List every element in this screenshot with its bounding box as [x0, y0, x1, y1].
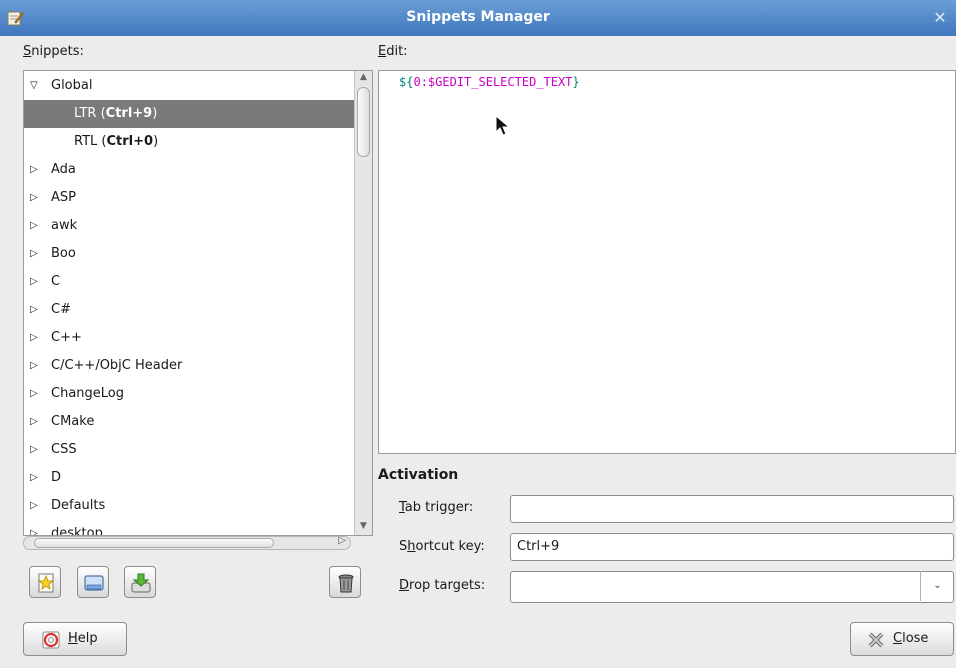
activation-heading: Activation — [378, 467, 459, 483]
collapsed-arrow-icon: ▷ — [30, 500, 38, 511]
tree-row-language[interactable]: ▷ C — [24, 268, 354, 296]
help-icon — [42, 631, 60, 649]
tree-row-language[interactable]: ▷ C# — [24, 296, 354, 324]
tree-row-label: C# — [51, 302, 71, 317]
new-snippet-icon — [37, 573, 55, 593]
tree-row-label: CSS — [51, 442, 77, 457]
tree-row-language[interactable]: ▷ Boo — [24, 240, 354, 268]
tree-row-label: Defaults — [51, 498, 106, 513]
shortcut-key-input[interactable]: Ctrl+9 — [510, 533, 954, 561]
tree-row-language[interactable]: ▷ ChangeLog — [24, 380, 354, 408]
snippets-label: Snippets: — [23, 44, 84, 59]
tree-row-label: ASP — [51, 190, 76, 205]
collapsed-arrow-icon: ▷ — [30, 472, 38, 483]
edit-label: Edit: — [378, 44, 408, 59]
export-icon — [131, 573, 151, 593]
scroll-right-icon[interactable]: ▷ — [338, 535, 346, 546]
snippets-tree-list: ▽ Global LTR (Ctrl+9) RTL (Ctrl+0) ▷ Ada ▷… — [24, 71, 354, 535]
new-snippet-button[interactable] — [29, 566, 61, 598]
tree-row-label: C — [51, 274, 61, 289]
tree-row-language[interactable]: ▷ desktop — [24, 520, 354, 535]
tree-row-language[interactable]: ▷ C++ — [24, 324, 354, 352]
export-snippets-button[interactable] — [124, 566, 156, 598]
collapsed-arrow-icon: ▷ — [30, 444, 38, 455]
collapsed-arrow-icon: ▷ — [30, 276, 38, 287]
collapsed-arrow-icon: ▷ — [30, 528, 38, 535]
tree-row-rtl[interactable]: RTL (Ctrl+0) — [24, 128, 354, 156]
window-close-icon[interactable]: ✕ — [930, 8, 950, 28]
close-icon — [868, 632, 884, 648]
collapsed-arrow-icon: ▷ — [30, 304, 38, 315]
delete-snippet-button[interactable] — [329, 566, 361, 598]
drop-targets-label: Drop targets: — [399, 578, 486, 593]
tree-horizontal-scrollbar[interactable]: ▷ — [23, 535, 351, 550]
tree-row-language[interactable]: ▷ C/C++/ObjC Header — [24, 352, 354, 380]
tree-row-ltr[interactable]: LTR (Ctrl+9) — [24, 100, 354, 128]
collapsed-arrow-icon: ▷ — [30, 248, 38, 259]
snippets-tree[interactable]: ▽ Global LTR (Ctrl+9) RTL (Ctrl+0) ▷ Ada ▷… — [23, 70, 373, 536]
tab-trigger-label: Tab trigger: — [399, 500, 474, 515]
snippets-manager-window: Snippets Manager ✕ Snippets: Edit: ▽ Glo… — [0, 0, 956, 668]
title-bar: Snippets Manager ✕ — [0, 0, 956, 36]
collapsed-arrow-icon: ▷ — [30, 388, 38, 399]
tree-row-label: ChangeLog — [51, 386, 124, 401]
shortcut-key-label: Shortcut key: — [399, 539, 485, 554]
collapsed-arrow-icon: ▷ — [30, 360, 38, 371]
collapsed-arrow-icon: ▷ — [30, 164, 38, 175]
expanded-arrow-icon: ▽ — [30, 80, 38, 91]
mouse-pointer-icon — [495, 115, 511, 136]
tree-row-label: C/C++/ObjC Header — [51, 358, 183, 373]
tree-row-label: D — [51, 470, 62, 485]
scroll-down-icon[interactable]: ▼ — [357, 521, 370, 534]
chevron-down-icon[interactable]: ⌄ — [920, 571, 954, 601]
tree-row-language[interactable]: ▷ Ada — [24, 156, 354, 184]
import-snippets-button[interactable] — [77, 566, 109, 598]
import-icon — [84, 575, 104, 591]
scroll-up-icon[interactable]: ▲ — [357, 72, 370, 85]
tree-row-global[interactable]: ▽ Global — [24, 72, 354, 100]
collapsed-arrow-icon: ▷ — [30, 220, 38, 231]
tree-row-label: Boo — [51, 246, 76, 261]
vertical-scroll-thumb[interactable] — [357, 87, 370, 157]
tree-row-language[interactable]: ▷ ASP — [24, 184, 354, 212]
horizontal-scroll-thumb[interactable] — [34, 538, 274, 548]
window-title: Snippets Manager — [406, 9, 550, 25]
tree-row-language[interactable]: ▷ CSS — [24, 436, 354, 464]
snippet-code: ${0:$GEDIT_SELECTED_TEXT} — [399, 75, 580, 89]
tree-vertical-scrollbar[interactable]: ▲ ▼ — [354, 71, 372, 535]
drop-targets-combo[interactable] — [510, 571, 954, 603]
collapsed-arrow-icon: ▷ — [30, 192, 38, 203]
tree-row-language[interactable]: ▷ D — [24, 464, 354, 492]
tree-row-language[interactable]: ▷ awk — [24, 212, 354, 240]
close-button[interactable]: Close — [850, 622, 954, 656]
snippet-editor[interactable]: ${0:$GEDIT_SELECTED_TEXT} — [378, 70, 956, 454]
trash-icon — [338, 574, 354, 593]
tree-row-label: CMake — [51, 414, 95, 429]
tab-trigger-input[interactable] — [510, 495, 954, 523]
tree-row-label: awk — [51, 218, 78, 233]
tree-row-label: desktop — [51, 526, 103, 535]
tree-row-label: C++ — [51, 330, 82, 345]
help-button[interactable]: Help — [23, 622, 127, 656]
tree-row-language[interactable]: ▷ Defaults — [24, 492, 354, 520]
collapsed-arrow-icon: ▷ — [30, 416, 38, 427]
tree-row-language[interactable]: ▷ CMake — [24, 408, 354, 436]
tree-row-label: Ada — [51, 162, 76, 177]
collapsed-arrow-icon: ▷ — [30, 332, 38, 343]
